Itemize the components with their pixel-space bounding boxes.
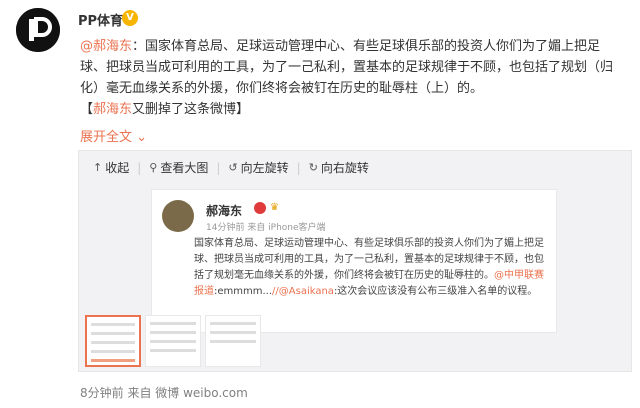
verified-badge-icon — [254, 202, 266, 214]
mention-link[interactable]: @郝海东 — [80, 39, 132, 54]
post-body: @郝海东：国家体育总局、足球运动管理中心、有些足球俱乐部的投资人你们为了媚上把足… — [80, 36, 626, 120]
profile-avatar[interactable] — [16, 8, 60, 52]
crown-icon: ♛ — [270, 202, 279, 213]
thumbnail[interactable] — [205, 315, 261, 367]
divider: | — [137, 160, 142, 175]
verified-badge-icon: V — [122, 10, 138, 26]
note-bracket-close: 】 — [236, 102, 250, 117]
thumbnail-strip — [85, 315, 265, 367]
pp-logo-icon — [16, 8, 60, 52]
rotate-left-icon: ↺ — [228, 161, 238, 174]
note-link[interactable]: 郝海东 — [93, 102, 132, 117]
post-footer: 8分钟前 来自 微博 weibo.com — [80, 386, 248, 400]
expand-button[interactable]: 展开全文 ⌄ — [80, 126, 147, 145]
post-username[interactable]: PP体育 — [78, 10, 123, 29]
note-bracket-open: 【 — [80, 102, 94, 117]
embedded-text: 国家体育总局、足球运动管理中心、有些足球俱乐部的投资人你们为了媚上把足球、把球员… — [194, 236, 552, 300]
view-large-label: 查看大图 — [160, 161, 209, 175]
search-icon: ⚲ — [149, 161, 158, 174]
rotate-right-button[interactable]: ↻ 向右旋转 — [309, 159, 369, 176]
collapse-icon: ↑ — [93, 161, 103, 174]
rotate-left-label: 向左旋转 — [240, 161, 289, 175]
embedded-mention: //@Asaikana — [272, 286, 334, 297]
thumbnail[interactable] — [145, 315, 201, 367]
embedded-avatar — [162, 200, 194, 232]
divider: | — [296, 160, 301, 175]
media-toolbar: ↑ 收起 | ⚲ 查看大图 | ↺ 向左旋转 | ↻ 向右旋转 — [93, 159, 377, 176]
rotate-right-label: 向右旋转 — [320, 161, 369, 175]
embedded-reply: :emmmm... — [214, 286, 273, 297]
embedded-username: 郝海东 — [206, 204, 243, 218]
post-text: ：国家体育总局、足球运动管理中心、有些足球俱乐部的投资人你们为了媚上把足球、把球… — [80, 39, 614, 96]
chevron-down-icon: ⌄ — [132, 130, 148, 145]
embedded-body: 国家体育总局、足球运动管理中心、有些足球俱乐部的投资人你们为了媚上把足球、把球员… — [194, 238, 544, 281]
view-large-button[interactable]: ⚲ 查看大图 | — [149, 159, 220, 176]
rotate-right-icon: ↻ — [308, 161, 318, 174]
collapse-label: 收起 — [105, 161, 130, 175]
embedded-reply: :这次会议应该没有公布三级准入名单的议程。 — [333, 286, 538, 297]
embedded-post-image[interactable]: 郝海东 ♛ 14分钟前 来自 iPhone客户端 国家体育总局、足球运动管理中心… — [151, 189, 557, 333]
rotate-left-button[interactable]: ↺ 向左旋转 | — [228, 159, 300, 176]
thumbnail[interactable] — [85, 315, 141, 367]
expand-label: 展开全文 — [80, 130, 133, 145]
media-panel: ↑ 收起 | ⚲ 查看大图 | ↺ 向左旋转 | ↻ 向右旋转 郝海东 ♛ 14分钟前 来自 … — [78, 150, 632, 372]
embedded-meta: 14分钟前 来自 iPhone客户端 — [206, 223, 326, 233]
note-text: 又删掉了这条微博 — [132, 102, 237, 117]
divider: | — [216, 160, 221, 175]
collapse-button[interactable]: ↑ 收起 | — [93, 159, 141, 176]
